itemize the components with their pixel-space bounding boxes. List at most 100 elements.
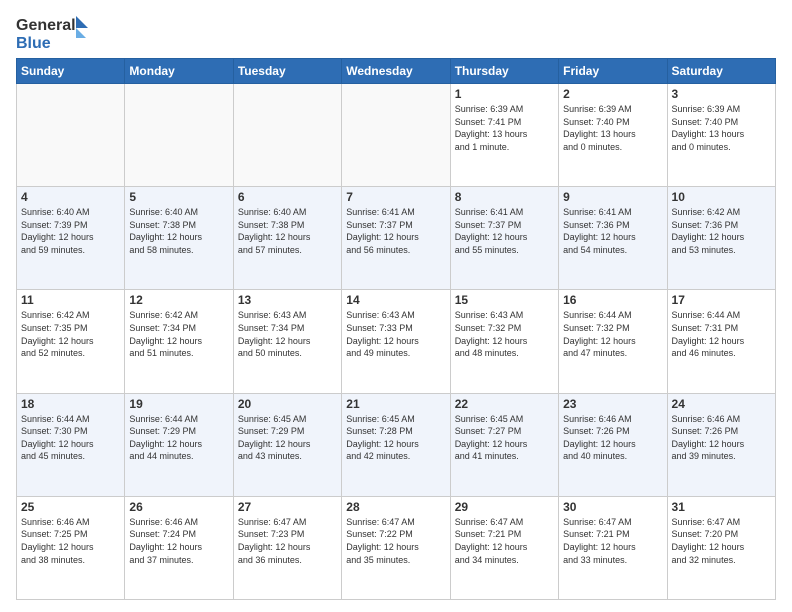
calendar-day-cell: 4 Sunrise: 6:40 AM Sunset: 7:39 PM Daylig… (17, 187, 125, 290)
svg-text:Blue: Blue (16, 35, 51, 52)
calendar-week-row: 18 Sunrise: 6:44 AM Sunset: 7:30 PM Dayli… (17, 393, 776, 496)
calendar-week-row: 11 Sunrise: 6:42 AM Sunset: 7:35 PM Dayli… (17, 290, 776, 393)
day-info: Sunrise: 6:44 AM Sunset: 7:30 PM Dayligh… (21, 413, 120, 463)
day-number: 4 (21, 190, 120, 204)
calendar-day-cell: 12 Sunrise: 6:42 AM Sunset: 7:34 PM Dayli… (125, 290, 233, 393)
day-number: 21 (346, 397, 445, 411)
calendar-day-cell: 19Sunrise: 6:44 AM Sunset: 7:29 PM Dayli… (125, 393, 233, 496)
calendar-day-cell: 14Sunrise: 6:43 AM Sunset: 7:33 PM Dayli… (342, 290, 450, 393)
calendar-day-cell: 31 Sunrise: 6:47 AM Sunset: 7:20 PM Dayli… (667, 496, 775, 599)
day-info: Sunrise: 6:44 AM Sunset: 7:31 PM Dayligh… (672, 309, 771, 359)
calendar-day-cell: 8 Sunrise: 6:41 AM Sunset: 7:37 PM Daylig… (450, 187, 558, 290)
calendar-day-cell: 20 Sunrise: 6:45 AM Sunset: 7:29 PM Dayli… (233, 393, 341, 496)
calendar-day-cell: 9 Sunrise: 6:41 AM Sunset: 7:36 PM Daylig… (559, 187, 667, 290)
day-number: 16 (563, 293, 662, 307)
day-info: Sunrise: 6:45 AM Sunset: 7:29 PM Dayligh… (238, 413, 337, 463)
day-number: 5 (129, 190, 228, 204)
day-info: Sunrise: 6:43 AM Sunset: 7:32 PM Dayligh… (455, 309, 554, 359)
day-number: 27 (238, 500, 337, 514)
calendar-day-cell: 22 Sunrise: 6:45 AM Sunset: 7:27 PM Dayli… (450, 393, 558, 496)
day-number: 15 (455, 293, 554, 307)
calendar-day-cell (233, 84, 341, 187)
calendar-week-row: 4 Sunrise: 6:40 AM Sunset: 7:39 PM Daylig… (17, 187, 776, 290)
day-info: Sunrise: 6:44 AM Sunset: 7:32 PM Dayligh… (563, 309, 662, 359)
day-number: 2 (563, 87, 662, 101)
day-number: 25 (21, 500, 120, 514)
day-info: Sunrise: 6:42 AM Sunset: 7:35 PM Dayligh… (21, 309, 120, 359)
day-info: Sunrise: 6:47 AM Sunset: 7:23 PM Dayligh… (238, 516, 337, 566)
page: GeneralBlue SundayMondayTuesdayWednesday… (0, 0, 792, 612)
calendar-day-header: Monday (125, 59, 233, 84)
calendar-day-cell: 2Sunrise: 6:39 AM Sunset: 7:40 PM Daylig… (559, 84, 667, 187)
day-info: Sunrise: 6:42 AM Sunset: 7:36 PM Dayligh… (672, 206, 771, 256)
day-number: 3 (672, 87, 771, 101)
day-info: Sunrise: 6:40 AM Sunset: 7:39 PM Dayligh… (21, 206, 120, 256)
calendar-week-row: 25 Sunrise: 6:46 AM Sunset: 7:25 PM Dayli… (17, 496, 776, 599)
calendar-day-cell: 24Sunrise: 6:46 AM Sunset: 7:26 PM Dayli… (667, 393, 775, 496)
day-number: 7 (346, 190, 445, 204)
day-number: 26 (129, 500, 228, 514)
day-number: 22 (455, 397, 554, 411)
calendar-table: SundayMondayTuesdayWednesdayThursdayFrid… (16, 58, 776, 600)
day-info: Sunrise: 6:47 AM Sunset: 7:21 PM Dayligh… (563, 516, 662, 566)
calendar-day-cell (17, 84, 125, 187)
day-info: Sunrise: 6:45 AM Sunset: 7:27 PM Dayligh… (455, 413, 554, 463)
day-number: 14 (346, 293, 445, 307)
day-number: 23 (563, 397, 662, 411)
logo-icon: GeneralBlue (16, 12, 96, 52)
day-number: 8 (455, 190, 554, 204)
day-info: Sunrise: 6:39 AM Sunset: 7:41 PM Dayligh… (455, 103, 554, 153)
day-number: 19 (129, 397, 228, 411)
calendar-header-row: SundayMondayTuesdayWednesdayThursdayFrid… (17, 59, 776, 84)
logo: GeneralBlue (16, 12, 96, 52)
day-info: Sunrise: 6:47 AM Sunset: 7:22 PM Dayligh… (346, 516, 445, 566)
day-info: Sunrise: 6:46 AM Sunset: 7:26 PM Dayligh… (672, 413, 771, 463)
day-number: 6 (238, 190, 337, 204)
calendar-day-cell: 26 Sunrise: 6:46 AM Sunset: 7:24 PM Dayli… (125, 496, 233, 599)
day-number: 1 (455, 87, 554, 101)
day-number: 20 (238, 397, 337, 411)
day-info: Sunrise: 6:46 AM Sunset: 7:26 PM Dayligh… (563, 413, 662, 463)
day-number: 31 (672, 500, 771, 514)
day-number: 28 (346, 500, 445, 514)
calendar-day-header: Friday (559, 59, 667, 84)
calendar-day-cell: 17Sunrise: 6:44 AM Sunset: 7:31 PM Dayli… (667, 290, 775, 393)
calendar-day-cell: 11 Sunrise: 6:42 AM Sunset: 7:35 PM Dayli… (17, 290, 125, 393)
day-info: Sunrise: 6:41 AM Sunset: 7:37 PM Dayligh… (346, 206, 445, 256)
day-info: Sunrise: 6:41 AM Sunset: 7:36 PM Dayligh… (563, 206, 662, 256)
calendar-day-cell: 29Sunrise: 6:47 AM Sunset: 7:21 PM Dayli… (450, 496, 558, 599)
calendar-day-cell: 3 Sunrise: 6:39 AM Sunset: 7:40 PM Daylig… (667, 84, 775, 187)
day-info: Sunrise: 6:43 AM Sunset: 7:34 PM Dayligh… (238, 309, 337, 359)
svg-text:General: General (16, 17, 76, 34)
calendar-day-cell: 16 Sunrise: 6:44 AM Sunset: 7:32 PM Dayli… (559, 290, 667, 393)
calendar-day-cell: 13 Sunrise: 6:43 AM Sunset: 7:34 PM Dayli… (233, 290, 341, 393)
day-number: 18 (21, 397, 120, 411)
calendar-day-header: Saturday (667, 59, 775, 84)
day-info: Sunrise: 6:42 AM Sunset: 7:34 PM Dayligh… (129, 309, 228, 359)
day-info: Sunrise: 6:46 AM Sunset: 7:25 PM Dayligh… (21, 516, 120, 566)
calendar-day-header: Tuesday (233, 59, 341, 84)
day-info: Sunrise: 6:47 AM Sunset: 7:21 PM Dayligh… (455, 516, 554, 566)
calendar-day-cell: 27 Sunrise: 6:47 AM Sunset: 7:23 PM Dayli… (233, 496, 341, 599)
day-number: 13 (238, 293, 337, 307)
calendar-day-cell: 15 Sunrise: 6:43 AM Sunset: 7:32 PM Dayli… (450, 290, 558, 393)
calendar-day-cell (342, 84, 450, 187)
calendar-day-cell: 6Sunrise: 6:40 AM Sunset: 7:38 PM Daylig… (233, 187, 341, 290)
day-info: Sunrise: 6:41 AM Sunset: 7:37 PM Dayligh… (455, 206, 554, 256)
calendar-day-cell: 25 Sunrise: 6:46 AM Sunset: 7:25 PM Dayli… (17, 496, 125, 599)
day-info: Sunrise: 6:46 AM Sunset: 7:24 PM Dayligh… (129, 516, 228, 566)
calendar-day-header: Sunday (17, 59, 125, 84)
day-number: 30 (563, 500, 662, 514)
calendar-day-header: Wednesday (342, 59, 450, 84)
day-number: 10 (672, 190, 771, 204)
calendar-day-cell: 23 Sunrise: 6:46 AM Sunset: 7:26 PM Dayli… (559, 393, 667, 496)
calendar-day-cell: 28 Sunrise: 6:47 AM Sunset: 7:22 PM Dayli… (342, 496, 450, 599)
calendar-day-cell: 5Sunrise: 6:40 AM Sunset: 7:38 PM Daylig… (125, 187, 233, 290)
day-info: Sunrise: 6:39 AM Sunset: 7:40 PM Dayligh… (672, 103, 771, 153)
day-info: Sunrise: 6:47 AM Sunset: 7:20 PM Dayligh… (672, 516, 771, 566)
day-number: 9 (563, 190, 662, 204)
day-number: 12 (129, 293, 228, 307)
day-number: 11 (21, 293, 120, 307)
calendar-day-cell: 7 Sunrise: 6:41 AM Sunset: 7:37 PM Daylig… (342, 187, 450, 290)
calendar-day-cell: 1 Sunrise: 6:39 AM Sunset: 7:41 PM Daylig… (450, 84, 558, 187)
